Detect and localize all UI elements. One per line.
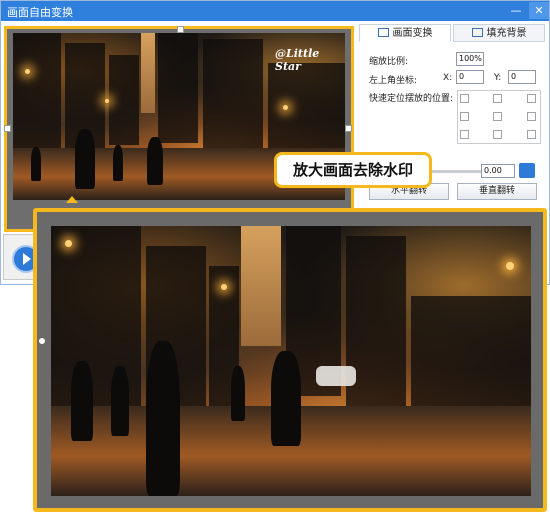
position-top-right[interactable] [527, 94, 536, 103]
position-middle-right[interactable] [527, 112, 536, 121]
position-grid [457, 90, 541, 144]
position-bottom-center[interactable] [493, 130, 502, 139]
position-middle-left[interactable] [460, 112, 469, 121]
title-bar: 画面自由变换 — ✕ [1, 1, 549, 21]
rotation-slider[interactable] [424, 170, 484, 173]
position-top-left[interactable] [460, 94, 469, 103]
resize-handle-left[interactable] [39, 338, 45, 344]
zoomed-preview [33, 208, 547, 512]
preview-canvas[interactable]: @Little Star [4, 26, 354, 232]
transform-icon [377, 28, 389, 37]
resize-handle-left[interactable] [4, 125, 11, 132]
callout-label: 放大画面去除水印 [274, 152, 432, 188]
scale-input[interactable]: 100% [456, 52, 484, 66]
quick-position-label: 快速定位摆放的位置: [369, 94, 454, 104]
position-center[interactable] [493, 112, 502, 121]
position-top-center[interactable] [493, 94, 502, 103]
fill-icon [471, 28, 483, 37]
watermark-text: @Little Star [275, 47, 320, 73]
rotation-input[interactable]: 0.00 [481, 164, 515, 178]
pointer-arrow-icon [66, 196, 78, 203]
close-button[interactable]: ✕ [529, 2, 549, 19]
minimize-button[interactable]: — [506, 2, 526, 19]
zoomed-image [51, 226, 531, 496]
x-label: X: [443, 73, 453, 83]
flip-vertical-button[interactable]: 垂直翻转 [457, 183, 537, 200]
tab-transform[interactable]: 画面变换 [359, 24, 451, 42]
resize-handle-right[interactable] [345, 125, 352, 132]
scale-label: 缩放比例: [369, 57, 409, 67]
top-left-coord-label: 左上角坐标: [369, 76, 418, 86]
position-bottom-left[interactable] [460, 130, 469, 139]
y-label: Y: [494, 73, 502, 83]
window-title: 画面自由变换 [7, 6, 73, 19]
rotate-icon[interactable] [519, 163, 535, 178]
resize-handle-top[interactable] [177, 26, 184, 33]
x-input[interactable]: 0 [456, 70, 484, 84]
tab-fill-background[interactable]: 填充背景 [453, 24, 545, 42]
position-bottom-right[interactable] [527, 130, 536, 139]
y-input[interactable]: 0 [508, 70, 536, 84]
